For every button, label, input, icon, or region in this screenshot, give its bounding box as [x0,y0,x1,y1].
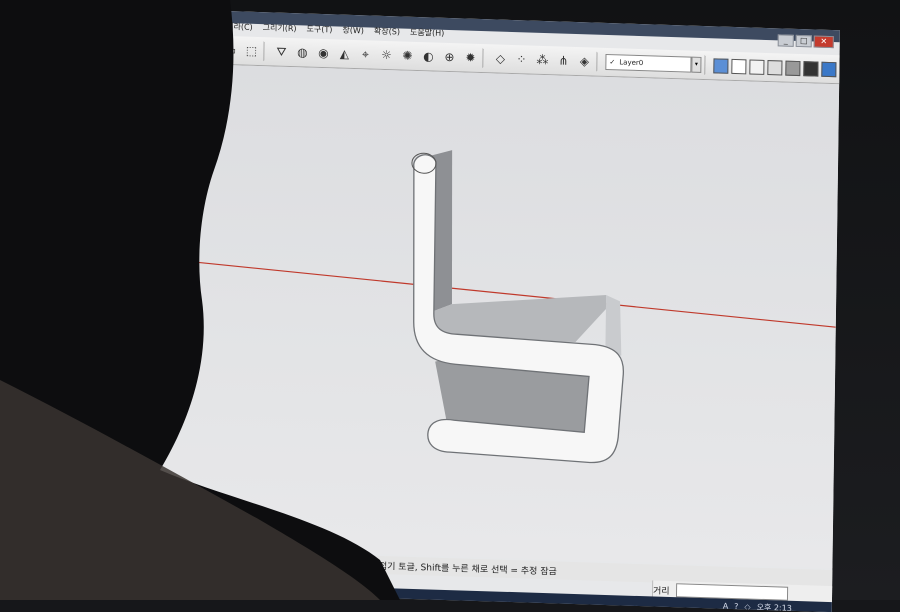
wireframe-style-icon[interactable] [731,58,747,74]
measurement-label: 거리 [652,585,670,597]
color-style-icon[interactable] [821,61,837,77]
tray-network-icon[interactable]: ◇ [744,602,750,611]
look-around-icon[interactable]: ◔ [139,384,150,398]
tray-help-icon[interactable]: ? [734,602,738,611]
status-hint: 부시 토글, Alt = 자동 접기 토글, Shift를 누른 채로 선택 =… [292,558,557,577]
select-icon[interactable]: ▭ [221,41,239,60]
shadow-icon[interactable]: ◐ [419,47,437,66]
zoom-extents-icon[interactable]: ☼ [377,46,395,65]
hidden-line-style-icon[interactable] [749,58,765,75]
grass-icon[interactable]: ⋔ [554,51,572,70]
layer-select[interactable]: ✓ Layer0 [605,53,692,73]
menu-draw[interactable]: 그리기(R) [262,22,298,37]
terrain-icon[interactable]: ⁂ [533,51,551,70]
gear-icon[interactable]: ✹ [461,48,479,67]
left-toolbar: ⛭ ◔ ⚲ ◭ [124,363,165,444]
layers-icon[interactable]: ◈ [575,52,593,71]
shaded-style-icon[interactable] [767,59,783,75]
zoom-icon[interactable]: ⌖ [356,45,374,64]
menu-help[interactable]: 도움말(H) [409,27,446,42]
toolbar-separator [596,51,603,72]
menu-tools[interactable]: 도구(T) [305,24,333,39]
textured-style-icon[interactable] [785,60,801,76]
model-viewport[interactable] [162,63,840,569]
globe-icon[interactable]: ⊕ [440,48,458,67]
section-icon[interactable]: ◭ [139,424,148,438]
make-component-icon[interactable]: ⬚ [242,42,260,61]
toolbar-separator [263,41,270,62]
sketchup-window: _ □ ✕ 카메라(C) 그리기(R) 도구(T) 창(W) 확장(S) 도움말… [121,8,840,612]
monochrome-style-icon[interactable] [803,60,819,77]
minimize-button[interactable]: _ [777,34,794,47]
position-camera-icon[interactable]: ⚲ [140,404,149,418]
maximize-button[interactable]: □ [795,34,812,48]
paint-bucket-icon[interactable]: ⛛ [272,42,290,61]
walk-icon[interactable]: ⛭ [140,363,150,378]
menu-camera[interactable]: 카메라(C) [218,21,254,36]
tray-language-icon[interactable]: A [723,601,729,610]
menu-window[interactable]: 창(W) [341,25,365,40]
toolbar-separator [704,55,711,76]
xray-style-icon[interactable] [713,57,729,74]
eraser-icon[interactable]: ◍ [293,43,311,62]
layer-name: Layer0 [619,58,644,68]
layer-check-icon: ✓ [609,58,616,67]
orbit-icon[interactable]: ◉ [314,44,332,63]
sun-icon[interactable]: ✺ [398,46,416,65]
menu-extensions[interactable]: 확장(S) [373,26,401,41]
chair-model [166,150,836,464]
toolbar-separator [482,48,489,69]
close-button[interactable]: ✕ [813,35,834,49]
layer-dropdown-button[interactable]: ▾ [691,56,702,73]
clock: 오후 2:13 [756,602,792,612]
window-controls: _ □ ✕ [777,34,834,49]
pan-icon[interactable]: ◭ [335,44,353,63]
grid-icon[interactable]: ⁘ [512,50,530,69]
sandbox-icon[interactable]: ◇ [491,49,509,68]
